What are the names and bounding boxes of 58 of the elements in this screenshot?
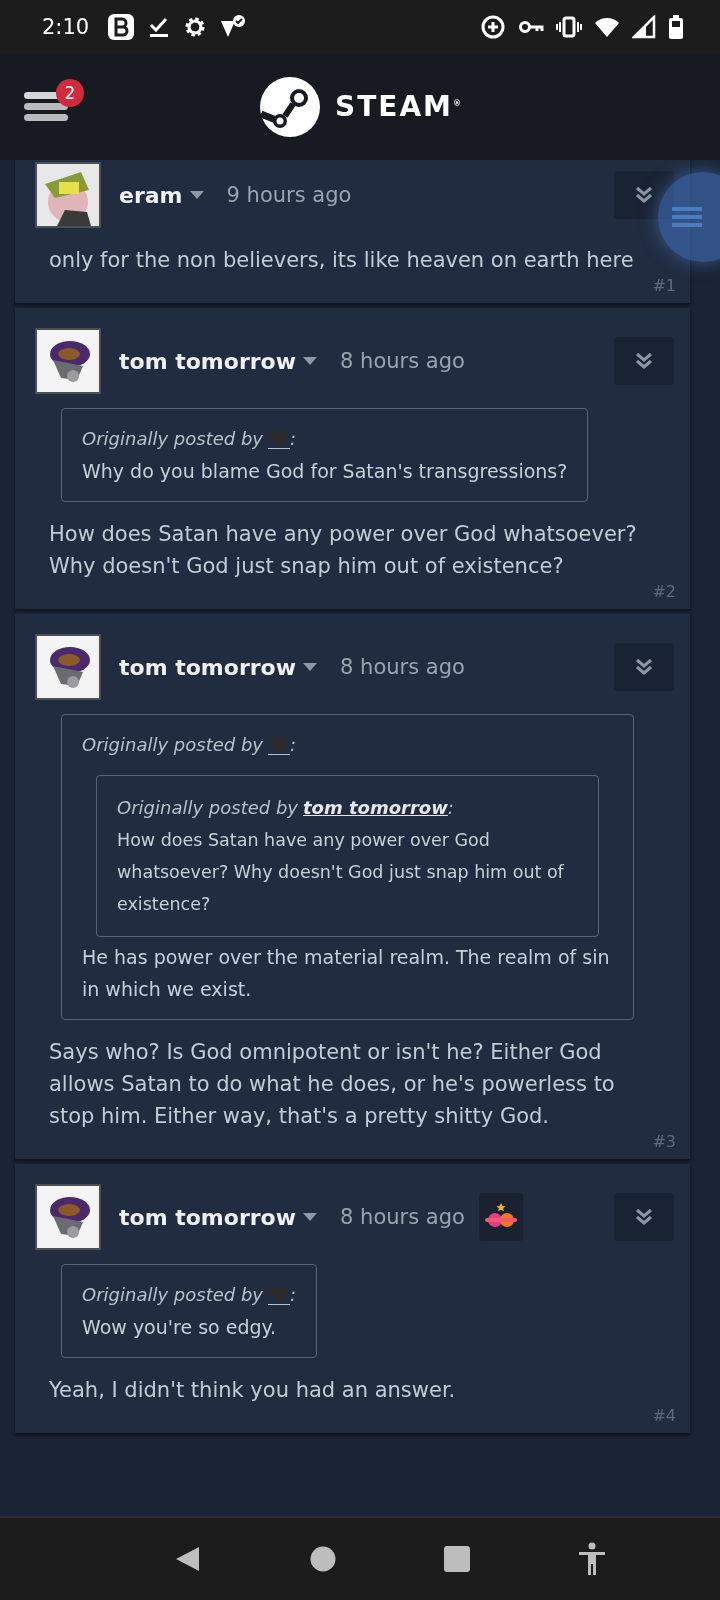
- author-link[interactable]: tom tomorrow: [303, 792, 448, 824]
- author-link[interactable]: [268, 1285, 290, 1305]
- double-chevron-down-icon: [635, 658, 653, 676]
- data-saver-icon: [480, 13, 506, 40]
- recents-icon[interactable]: [443, 1545, 471, 1573]
- author-link[interactable]: [268, 735, 290, 755]
- signal-icon: [632, 14, 656, 39]
- post-number: #2: [652, 582, 676, 601]
- username-dropdown[interactable]: tom tomorrow: [119, 348, 319, 374]
- status-time: 2:10: [42, 14, 90, 39]
- caret-icon: [302, 1212, 319, 1222]
- colon-text: :: [447, 796, 454, 820]
- post-time: 8 hours ago: [340, 655, 465, 679]
- quote-text: Why do you blame God for Satan's transgressions?: [82, 459, 568, 484]
- quote-text: He has power over the material realm. The realm of sin in which we exist.: [82, 945, 611, 1002]
- quote-attribution: Originally posted by: [117, 796, 298, 820]
- steam-wordmark: STEAM$^{®}$: [335, 90, 461, 123]
- quote-attribution: Originally posted by: [82, 1283, 263, 1307]
- b-app-icon: [107, 12, 136, 41]
- post-text: How does Satan have any power over God whatsoever? Why doesn't God just snap him out of existence?: [49, 521, 638, 580]
- post-text: only for the non believers, its like heaven on earth here: [49, 247, 635, 274]
- post-text: Says who? Is God omnipotent or isn't he? Either God allows Satan to do what he does, or he's powerless to stop him. Either way, that's a pretty shitty God.: [49, 1039, 616, 1130]
- double-chevron-down-icon: [635, 1208, 653, 1226]
- post-number: #1: [652, 276, 676, 295]
- expand-button[interactable]: [614, 337, 674, 385]
- expand-button[interactable]: [614, 643, 674, 691]
- caret-icon: [302, 662, 319, 672]
- quote-text: Wow you're so edgy.: [82, 1315, 278, 1340]
- username-dropdown[interactable]: tom tomorrow: [119, 1204, 319, 1230]
- colon-text: :: [290, 733, 297, 757]
- heart-icon: [268, 735, 290, 754]
- username-dropdown[interactable]: tom tomorrow: [119, 654, 319, 680]
- quote-text: How does Satan have any power over God whatsoever? Why doesn't God just snap him out of existence?: [117, 829, 565, 916]
- post-time: 8 hours ago: [340, 1205, 465, 1229]
- post-number: #4: [652, 1406, 676, 1425]
- expand-button[interactable]: [614, 171, 674, 219]
- username-dropdown[interactable]: eram: [119, 182, 205, 208]
- caret-icon: [302, 356, 319, 366]
- author-link[interactable]: [268, 429, 290, 449]
- double-chevron-down-icon: [635, 352, 653, 370]
- heart-icon: [268, 1285, 290, 1304]
- steam-logo-icon: [259, 75, 322, 138]
- caret-icon: [188, 190, 205, 200]
- post-time: 9 hours ago: [226, 183, 352, 207]
- accessibility-icon[interactable]: [577, 1542, 607, 1576]
- colon-text: :: [290, 1283, 297, 1307]
- post-text: Yeah, I didn't think you had an answer.: [49, 1377, 457, 1404]
- home-icon[interactable]: [309, 1545, 337, 1573]
- post-number: #3: [652, 1132, 676, 1151]
- post-time: 8 hours ago: [340, 349, 465, 373]
- quote-attribution: Originally posted by: [82, 427, 263, 451]
- heart-icon: [268, 429, 290, 448]
- double-chevron-down-icon: [635, 186, 653, 204]
- expand-button[interactable]: [614, 1193, 674, 1241]
- battery-icon: [668, 13, 684, 40]
- colon-text: :: [290, 427, 297, 451]
- quote-attribution: Originally posted by: [82, 733, 263, 757]
- notification-badge: 2: [56, 79, 84, 107]
